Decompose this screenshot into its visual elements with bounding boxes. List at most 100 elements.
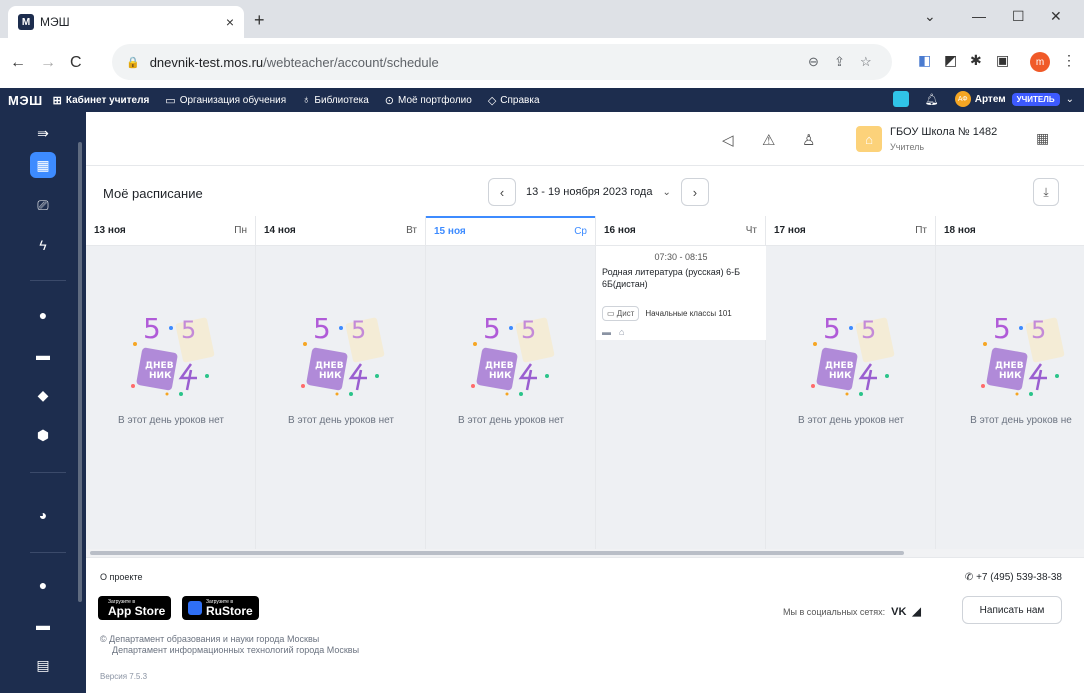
week-select[interactable]: 13 - 19 ноября 2023 года ⌄ xyxy=(516,178,681,206)
maximize-icon[interactable]: ☐ xyxy=(1012,8,1025,25)
window-close-icon[interactable]: ✕ xyxy=(1050,8,1062,25)
horizontal-scrollbar[interactable] xyxy=(86,549,1084,557)
about-link[interactable]: О проекте xyxy=(100,572,142,582)
distance-badge: ▭ Дист xyxy=(602,306,640,321)
svg-text:5: 5 xyxy=(143,312,161,345)
browser-menu-icon[interactable]: ⋮ xyxy=(1062,52,1076,69)
home-icon[interactable]: ⌂ xyxy=(619,327,624,337)
empty-illustration: 5 5 ДНЕВ НИК xyxy=(766,306,936,411)
check-circle-icon: ⊙ xyxy=(384,94,395,107)
extension-2-icon[interactable]: ◩ xyxy=(944,52,957,69)
journal-icon[interactable]: ▬ xyxy=(602,327,611,337)
megaphone-icon[interactable]: ◁ xyxy=(722,131,734,149)
minimize-icon[interactable]: — xyxy=(972,8,986,24)
nav-organization[interactable]: ▭ Организация обучения xyxy=(165,94,286,107)
notification-bell-icon[interactable]: 🔔︎ xyxy=(925,93,939,106)
svg-text:НИК: НИК xyxy=(149,371,172,381)
nav-library[interactable]: ♁ Библиотека xyxy=(302,94,369,106)
lesson-room: Начальные классы 101 xyxy=(645,309,732,318)
day-date: 17 ноя xyxy=(774,225,806,236)
lightning-icon[interactable]: ϟ xyxy=(30,232,56,258)
no-lessons-illustration: 5 5 ДНЕВ НИК xyxy=(981,312,1065,396)
journal-2-icon[interactable]: ▬ xyxy=(30,612,56,638)
help-icon: ◇ xyxy=(487,94,497,107)
schedule-toolbar: Моё расписание ‹ 13 - 19 ноября 2023 год… xyxy=(86,166,1084,216)
tab-search-icon[interactable]: ⌄ xyxy=(924,8,936,25)
grid-icon: ⊞ xyxy=(52,94,62,107)
rustore-button[interactable]: Загрузите в RuStore xyxy=(182,596,259,620)
telegram-icon[interactable]: ◢ xyxy=(912,606,920,618)
browser-titlebar: М МЭШ × + ⌄ — ☐ ✕ xyxy=(0,0,1084,38)
svg-text:5: 5 xyxy=(1031,316,1046,344)
school-name[interactable]: ГБОУ Школа № 1482 xyxy=(890,126,997,138)
browser-tab[interactable]: М МЭШ × xyxy=(8,6,244,38)
role-badge[interactable]: УЧИТЕЛЬ xyxy=(1011,92,1060,106)
phone[interactable]: ✆ +7 (495) 539-38-38 xyxy=(965,572,1062,583)
sidepanel-icon[interactable]: ▣ xyxy=(996,52,1009,69)
day-header: 14 ноя Вт xyxy=(256,216,425,246)
chat-icon[interactable] xyxy=(892,91,909,107)
school-building-icon[interactable]: ⌂ xyxy=(856,126,882,152)
page-header: ◁ ⚠ ♙ ⌂ ГБОУ Школа № 1482 Учитель ▦ xyxy=(86,112,1084,166)
url-field[interactable]: 🔒 dnevnik-test.mos.ru/webteacher/account… xyxy=(112,44,892,80)
day-column: 18 ноя 5 5 ДНЕВ НИК В этот день уроков н… xyxy=(936,216,1084,549)
lesson-card[interactable]: 07:30 - 08:15 Родная литература (русская… xyxy=(596,246,766,340)
url-path: /webteacher/account/schedule xyxy=(263,54,439,70)
close-tab-icon[interactable]: × xyxy=(226,14,234,30)
calendar-icon[interactable]: ▦ xyxy=(1036,130,1049,147)
lock-icon: 🔒 xyxy=(126,56,140,69)
collapse-menu-icon[interactable]: ⇛ xyxy=(30,120,56,146)
svg-text:ДНЕВ: ДНЕВ xyxy=(995,361,1024,371)
svg-text:НИК: НИК xyxy=(319,371,342,381)
extension-icon[interactable]: ◧ xyxy=(918,52,931,69)
schedule-calendar-icon[interactable]: ▦ xyxy=(30,152,56,178)
tv-icon[interactable]: ⎚ xyxy=(30,192,56,218)
bookmark-star-icon[interactable]: ☆ xyxy=(860,54,872,70)
nav-help[interactable]: ◇ Справка xyxy=(488,94,540,107)
day-weekday: Вт xyxy=(406,225,417,236)
sidebar-divider xyxy=(30,280,66,281)
vk-icon[interactable]: VK xyxy=(891,606,906,618)
svg-text:5: 5 xyxy=(351,316,366,344)
user-avatar[interactable]: АФ xyxy=(954,91,971,107)
clock-icon[interactable]: ● xyxy=(30,302,56,328)
warning-icon[interactable]: ⚠ xyxy=(762,131,775,149)
day-weekday: Пт xyxy=(915,225,927,236)
no-lessons-illustration: 5 5 ДНЕВ НИК xyxy=(471,312,555,396)
tab-title: МЭШ xyxy=(40,15,70,29)
day-header: 16 ноя Чт xyxy=(596,216,765,246)
user-name[interactable]: Артем xyxy=(975,94,1006,105)
person-icon[interactable]: ♙ xyxy=(802,131,815,149)
pie-chart-icon[interactable]: ◕ xyxy=(30,502,56,528)
new-tab-icon[interactable]: + xyxy=(254,10,265,31)
svg-text:ДНЕВ: ДНЕВ xyxy=(145,361,174,371)
sidebar-scrollbar[interactable] xyxy=(78,142,82,602)
next-week-button[interactable]: › xyxy=(680,178,709,206)
graduation-cap-icon[interactable]: ◆ xyxy=(30,382,56,408)
back-icon[interactable]: ← xyxy=(10,54,26,72)
appstore-button[interactable]: Загрузите в App Store xyxy=(98,596,172,620)
forward-icon[interactable]: → xyxy=(40,54,56,72)
journal-icon[interactable]: ▬ xyxy=(30,342,56,368)
nav-portfolio[interactable]: ⊙ Моё портфолио xyxy=(385,94,472,107)
profile-avatar[interactable]: m xyxy=(1030,52,1050,72)
empty-illustration: 5 5 ДНЕВ НИК xyxy=(936,306,1084,411)
nav-teacher-cabinet[interactable]: ⊞ Кабинет учителя xyxy=(53,94,150,107)
version: Версия 7.5.3 xyxy=(100,672,148,681)
lesson-time: 07:30 - 08:15 xyxy=(654,252,708,262)
reload-icon[interactable]: C xyxy=(70,54,82,72)
no-lessons-text: В этот день уроков нет xyxy=(118,415,224,426)
zoom-icon[interactable]: ⊖ xyxy=(808,54,819,70)
extensions-puzzle-icon[interactable]: ✱ xyxy=(970,52,982,69)
download-icon[interactable]: ⤓ xyxy=(1033,178,1059,206)
scrollbar-thumb[interactable] xyxy=(90,551,904,555)
clock-2-icon[interactable]: ● xyxy=(30,572,56,598)
prev-week-button[interactable]: ‹ xyxy=(488,178,516,206)
no-lessons-text: В этот день уроков нет xyxy=(288,415,394,426)
share-icon[interactable]: ⇪ xyxy=(834,54,845,70)
user-menu-chevron-icon[interactable]: ⌄ xyxy=(1066,94,1074,105)
write-us-button[interactable]: Написать нам xyxy=(962,596,1062,624)
document-icon[interactable]: ▤ xyxy=(30,652,56,678)
mesh-logo[interactable]: МЭШ xyxy=(8,93,43,108)
cube-icon[interactable]: ⬢ xyxy=(30,422,56,448)
